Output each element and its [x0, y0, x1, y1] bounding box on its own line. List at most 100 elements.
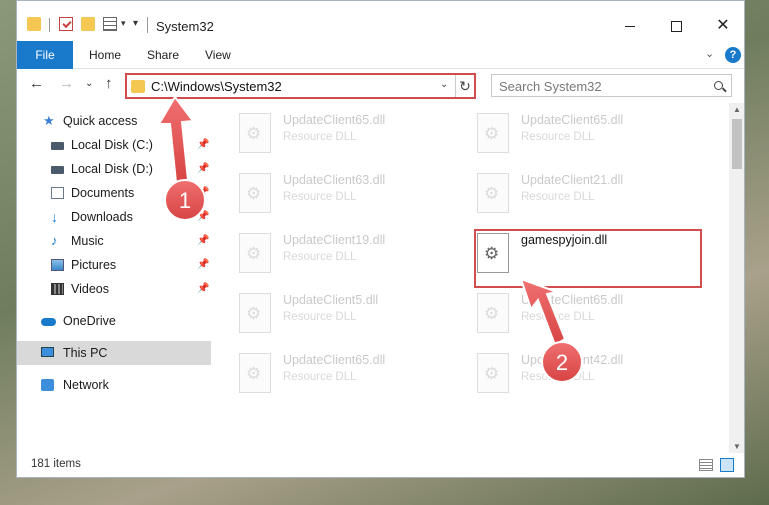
file-item[interactable]: UpdateClient65.dll Resource DLL — [455, 103, 685, 159]
dll-file-icon — [477, 293, 509, 333]
documents-icon — [51, 187, 64, 199]
vertical-scrollbar[interactable]: ▲ ▼ — [729, 103, 744, 453]
expand-ribbon-icon[interactable]: ⌄ — [705, 47, 714, 60]
folder-icon[interactable] — [27, 17, 41, 31]
up-button[interactable]: ↑ — [105, 75, 113, 92]
status-bar: 181 items — [17, 453, 744, 477]
sidebar-item-local-disk-c[interactable]: Local Disk (C:) 📌 — [17, 133, 211, 157]
navigation-pane: ★ Quick access Local Disk (C:) 📌 Local D… — [17, 103, 213, 443]
sidebar-item-quick-access[interactable]: ★ Quick access — [17, 109, 211, 133]
scrollbar-thumb[interactable] — [732, 119, 742, 169]
file-highlight-box — [474, 229, 702, 288]
pin-icon: 📌 — [197, 211, 210, 222]
sidebar-item-documents[interactable]: Documents 📌 — [17, 181, 211, 205]
customize-toolbar-icon[interactable]: ▾ — [133, 18, 138, 29]
folder-icon — [131, 80, 145, 93]
item-count: 181 items — [31, 458, 81, 470]
file-item[interactable]: UpdateClient63.dll Resource DLL — [217, 163, 447, 219]
dll-file-icon — [239, 113, 271, 153]
music-icon: ♪ — [51, 233, 58, 248]
file-name: UpdateClient65.dll — [521, 293, 624, 307]
large-icons-view-icon[interactable] — [720, 458, 734, 472]
file-explorer-window: ▾ ▾ System32 ✕ File Home Share View ⌄ ? … — [16, 0, 745, 478]
file-item[interactable]: UpdateClient19.dll Resource DLL — [217, 223, 447, 279]
file-name: UpdateClient42.dll — [521, 353, 624, 367]
forward-button[interactable]: → — [59, 75, 74, 92]
sidebar-item-label: Videos — [71, 282, 109, 296]
file-item[interactable]: UpdateClient65.dll Resource DLL — [455, 283, 685, 339]
view-icon[interactable] — [103, 17, 117, 31]
file-name: UpdateClient65.dll — [283, 113, 386, 127]
sidebar-item-network[interactable]: Network — [17, 373, 211, 397]
tab-share[interactable]: Share — [135, 41, 191, 69]
dll-file-icon — [477, 173, 509, 213]
this-pc-icon — [41, 347, 54, 357]
tab-file[interactable]: File — [17, 41, 73, 69]
pin-icon: 📌 — [197, 139, 210, 150]
dll-file-icon — [477, 353, 509, 393]
search-input[interactable]: Search System32 — [499, 79, 602, 94]
file-type: Resource DLL — [521, 311, 595, 323]
downloads-icon: ↓ — [51, 209, 58, 225]
disk-icon — [51, 142, 64, 150]
close-button[interactable]: ✕ — [700, 13, 744, 39]
pin-icon: 📌 — [197, 259, 210, 270]
file-type: Resource DLL — [283, 191, 357, 203]
navigation-bar: ← → ⌄ ↑ C:\Windows\System32 ⌄ ↻ Search S… — [17, 69, 744, 101]
sidebar-item-label: Local Disk (D:) — [71, 162, 153, 176]
address-dropdown-icon[interactable]: ⌄ — [440, 79, 448, 90]
sidebar-item-label: Pictures — [71, 258, 117, 272]
file-type: Resource DLL — [521, 131, 595, 143]
help-icon[interactable]: ? — [725, 47, 741, 63]
onedrive-icon — [41, 318, 56, 326]
file-item[interactable]: UpdateClient21.dll Resource DLL — [455, 163, 685, 219]
dll-file-icon — [239, 233, 271, 273]
back-button[interactable]: ← — [29, 75, 44, 92]
pin-icon: 📌 — [197, 283, 210, 294]
file-item[interactable]: UpdateClient65.dll Resource DLL — [217, 343, 447, 399]
pin-icon: 📌 — [197, 187, 210, 198]
details-view-icon[interactable] — [699, 459, 713, 471]
sidebar-item-pictures[interactable]: Pictures 📌 — [17, 253, 211, 277]
sidebar-item-onedrive[interactable]: OneDrive — [17, 309, 211, 333]
sidebar-item-videos[interactable]: Videos 📌 — [17, 277, 211, 301]
file-name: UpdateClient65.dll — [283, 353, 386, 367]
tab-home[interactable]: Home — [77, 41, 133, 69]
recent-locations-button[interactable]: ⌄ — [85, 78, 93, 89]
sidebar-item-label: Quick access — [63, 114, 138, 128]
maximize-button[interactable] — [653, 13, 699, 39]
file-item[interactable]: UpdateClient42.dll Resource DLL — [455, 343, 685, 399]
file-type: Resource DLL — [283, 251, 357, 263]
minimize-button[interactable] — [607, 13, 653, 39]
dll-file-icon — [239, 173, 271, 213]
divider — [147, 17, 148, 33]
file-type: Resource DLL — [283, 311, 357, 323]
ribbon-tabs: File Home Share View ⌄ ? — [17, 41, 744, 69]
file-item[interactable]: UpdateClient5.dll Resource DLL — [217, 283, 447, 339]
disk-icon — [51, 166, 64, 174]
new-folder-icon[interactable] — [81, 17, 95, 31]
file-item[interactable]: UpdateClient65.dll Resource DLL — [217, 103, 447, 159]
sidebar-item-local-disk-d[interactable]: Local Disk (D:) 📌 — [17, 157, 211, 181]
sidebar-item-label: OneDrive — [63, 314, 116, 328]
chevron-down-icon[interactable]: ▾ — [121, 19, 129, 28]
scroll-up-icon[interactable]: ▲ — [733, 105, 741, 114]
sidebar-item-music[interactable]: ♪ Music 📌 — [17, 229, 211, 253]
refresh-button[interactable]: ↻ — [455, 75, 474, 97]
sidebar-item-downloads[interactable]: ↓ Downloads 📌 — [17, 205, 211, 229]
file-list: UpdateClient65.dll Resource DLL UpdateCl… — [217, 103, 729, 443]
address-bar[interactable]: C:\Windows\System32 ⌄ ↻ — [125, 73, 476, 99]
dll-file-icon — [477, 113, 509, 153]
address-path[interactable]: C:\Windows\System32 — [151, 79, 282, 94]
file-type: Resource DLL — [521, 191, 595, 203]
scroll-down-icon[interactable]: ▼ — [733, 442, 741, 451]
properties-icon[interactable] — [59, 17, 73, 31]
sidebar-item-label: Music — [71, 234, 104, 248]
sidebar-item-label: Network — [63, 378, 109, 392]
dll-file-icon — [239, 293, 271, 333]
tab-view[interactable]: View — [193, 41, 243, 69]
search-icon[interactable] — [714, 81, 723, 90]
sidebar-item-this-pc[interactable]: This PC — [17, 341, 211, 365]
network-icon — [41, 379, 54, 391]
search-box[interactable]: Search System32 — [491, 74, 732, 97]
